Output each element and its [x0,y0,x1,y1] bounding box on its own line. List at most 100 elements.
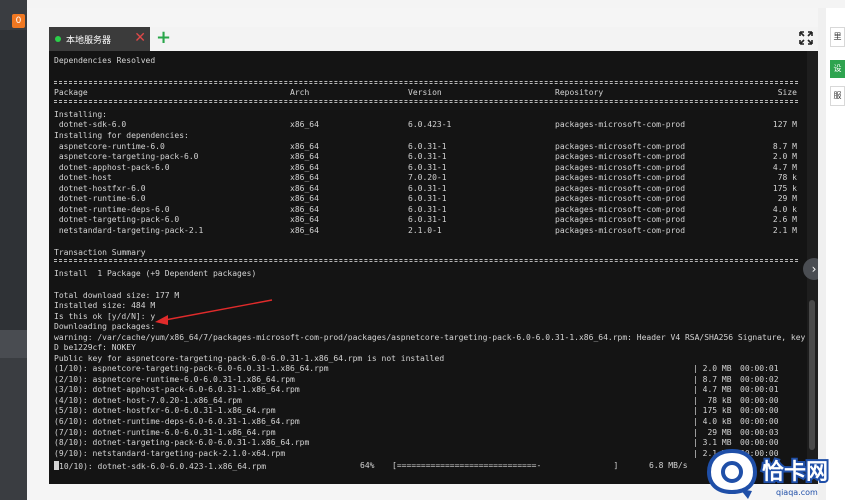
download-time: 00:00:01 [740,385,779,395]
terminal-line: Total download size: 177 M [54,291,180,300]
package-version: 2.1.0-1 [408,226,442,235]
package-arch: x86_64 [290,142,319,151]
status-dot-icon [55,36,61,42]
separator [54,259,798,262]
package-name: aspnetcore-targeting-pack-6.0 [54,152,199,161]
download-size: | 4.0 kB [693,417,732,426]
download-size: | 175 kB [693,406,732,416]
column-header-size: Size [777,88,797,97]
tab-local-server[interactable]: 本地服务器 ✕ [49,27,150,51]
package-version: 6.0.31-1 [408,215,447,224]
package-size: 29 M [777,194,797,203]
download-time: 00:00:02 [740,374,779,384]
download-size: | 4.7 MB [693,385,732,395]
package-repo: packages-microsoft-com-prod [555,205,686,214]
package-arch: x86_64 [290,215,319,224]
package-repo: packages-microsoft-com-prod [555,142,686,151]
progress-line: 10/10): dotnet-sdk-6.0-6.0.423-1.x86_64.… [54,461,266,472]
download-time: 00:00:00 [740,417,779,426]
package-arch: x86_64 [290,120,319,129]
package-version: 6.0.31-1 [408,163,447,172]
download-time: 00:00:00 [740,395,779,405]
package-arch: x86_64 [290,173,319,182]
terminal-line: warning: /var/cache/yum/x86_64/7/package… [54,333,807,342]
package-repo: packages-microsoft-com-prod [555,163,686,172]
expand-icon[interactable] [798,30,814,46]
download-name: (1/10): aspnetcore-targeting-pack-6.0-6.… [54,364,329,373]
package-name: netstandard-targeting-pack-2.1 [54,226,204,235]
download-name: (2/10): aspnetcore-runtime-6.0-6.0.31-1.… [54,374,295,384]
add-tab-button[interactable]: + [156,27,171,49]
column-header-version: Version [408,88,442,97]
package-repo: packages-microsoft-com-prod [555,152,686,161]
tab-label: 本地服务器 [66,35,112,46]
download-name: (5/10): dotnet-hostfxr-6.0-6.0.31-1.x86_… [54,406,276,416]
progress-percent: 64% [360,461,375,470]
terminal-line: Is this ok [y/d/N]: y [54,312,156,321]
download-time: 00:00:01 [740,364,779,373]
sidebar-strip [0,30,27,330]
terminal-line: Installing for dependencies: [54,131,189,140]
package-size: 78 k [777,173,797,182]
package-name: dotnet-runtime-6.0 [54,194,146,203]
package-version: 6.0.31-1 [408,194,447,203]
column-header-package: Package [54,88,88,97]
progress-rate: 6.8 MB/s [649,461,688,470]
terminal-line: Dependencies Resolved [54,56,156,65]
package-name: dotnet-host [54,173,112,182]
package-name: dotnet-runtime-deps-6.0 [54,205,170,214]
download-size: | 78 kB [693,395,732,405]
download-size: | 2.0 MB [693,364,732,373]
package-arch: x86_64 [290,152,319,161]
package-size: 8.7 M [772,142,797,151]
package-version: 6.0.31-1 [408,184,447,193]
package-name: dotnet-apphost-pack-6.0 [54,163,170,172]
package-size: 2.6 M [772,215,797,224]
tab-bar: 本地服务器 ✕ + [49,27,818,51]
terminal-line: Downloading packages: [54,322,156,331]
download-size: | 8.7 MB [693,374,732,384]
package-arch: x86_64 [290,205,319,214]
download-time: 00:00:03 [740,427,779,437]
package-arch: x86_64 [290,184,319,193]
download-name: (3/10): dotnet-apphost-pack-6.0-6.0.31-1… [54,385,300,395]
package-repo: packages-microsoft-com-prod [555,215,686,224]
terminal-line: Public key for aspnetcore-targeting-pack… [54,354,445,363]
package-version: 6.0.423-1 [408,120,452,129]
package-size: 4.0 k [772,205,797,214]
right-panel [826,8,845,500]
package-version: 6.0.31-1 [408,152,447,161]
progress-bar: [=============================- ] [392,461,619,470]
terminal-line: Transaction Summary [54,248,146,257]
right-panel-button-2[interactable]: 设 [830,60,845,78]
package-repo: packages-microsoft-com-prod [555,173,686,182]
package-version: 6.0.31-1 [408,142,447,151]
sidebar-strip-highlight [0,330,27,358]
package-arch: x86_64 [290,194,319,203]
download-time: 00:00:00 [740,406,779,416]
watermark-logo: 恰卡网 qiaqa.com [706,448,830,499]
download-name: (7/10): dotnet-runtime-6.0-6.0.31-1.x86_… [54,427,276,437]
terminal-output[interactable]: Dependencies Resolved Package Arch Versi… [49,51,807,484]
download-name: (8/10): dotnet-targeting-pack-6.0-6.0.31… [54,438,310,448]
package-size: 4.7 M [772,163,797,172]
download-name: (4/10): dotnet-host-7.0.20-1.x86_64.rpm [54,395,242,405]
package-size: 127 M [772,120,797,129]
left-sidebar: 0 [0,0,27,500]
close-tab-icon[interactable]: ✕ [134,30,146,46]
progress-name: 10/10): dotnet-sdk-6.0-6.0.423-1.x86_64.… [59,462,267,471]
scrollbar-thumb[interactable] [809,300,815,450]
right-panel-button-1[interactable]: 里 [830,27,845,47]
package-size: 175 k [772,184,797,193]
package-size: 2.0 M [772,152,797,161]
right-panel-button-3[interactable]: 服 [830,86,845,106]
package-name: dotnet-targeting-pack-6.0 [54,215,180,224]
package-arch: x86_64 [290,163,319,172]
package-version: 7.0.20-1 [408,173,447,182]
separator [54,81,798,84]
download-name: (9/10): netstandard-targeting-pack-2.1.0… [54,448,286,458]
terminal-line: Installing: [54,110,107,119]
download-name: (6/10): dotnet-runtime-deps-6.0-6.0.31-1… [54,417,300,426]
package-arch: x86_64 [290,226,319,235]
notification-badge[interactable]: 0 [12,14,25,28]
